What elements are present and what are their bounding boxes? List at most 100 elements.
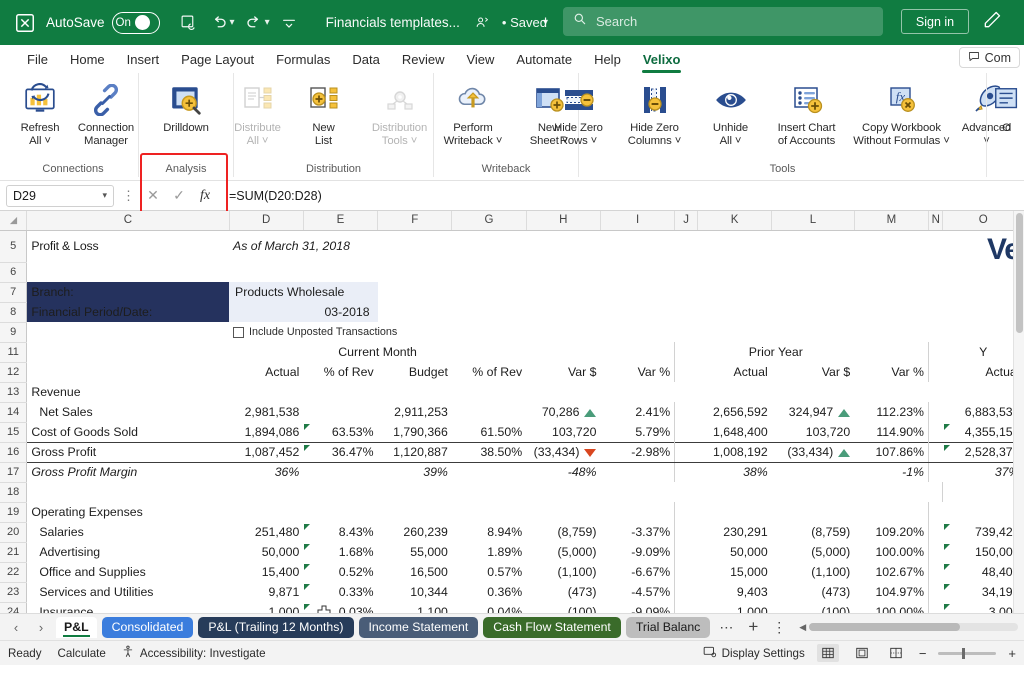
autosave-control[interactable]: AutoSave On <box>46 11 160 34</box>
cell-services-var-pct-cm[interactable]: -4.57% <box>600 582 674 602</box>
saved-chevron-down-icon[interactable]: ▾ <box>543 17 548 28</box>
tab-home[interactable]: Home <box>59 50 116 69</box>
cell-cogs-actual-ytd[interactable]: 4,355,156 <box>943 422 1024 442</box>
cell-gp-actual-cm[interactable]: 1,087,452 <box>229 441 304 463</box>
new-list-button[interactable]: New List <box>291 77 357 148</box>
cell-net-sales-var-dollar-py[interactable]: 324,947 <box>772 402 855 422</box>
cell-gp-actual-py[interactable]: 1,008,192 <box>697 441 772 463</box>
cell-office-pct-cm[interactable]: 0.52% <box>303 562 377 582</box>
cell-insurance-var-dollar-cm[interactable]: (100) <box>526 602 600 613</box>
cell-gp-var-pct-py[interactable]: 107.86% <box>854 441 929 463</box>
scroll-left-icon[interactable]: ◀ <box>799 622 806 633</box>
cell-cogs-budget[interactable]: 1,790,366 <box>378 422 452 442</box>
row-header-9[interactable]: 9 <box>0 322 28 343</box>
column-header-H[interactable]: H <box>526 211 601 231</box>
row-header-23[interactable]: 23 <box>0 582 28 603</box>
cell-salaries-actual-py[interactable]: 230,291 <box>697 522 771 542</box>
chevron-right-icon[interactable]: › <box>31 620 51 635</box>
tab-review[interactable]: Review <box>391 50 456 69</box>
hide-zero-rows-button[interactable]: Hide Zero Rows ˅ <box>546 77 612 148</box>
comments-button[interactable]: Com <box>958 47 1020 68</box>
sheet-tab-pl-trailing-12-months[interactable]: P&L (Trailing 12 Months) <box>198 616 354 638</box>
cell-advertising-actual-py[interactable]: 50,000 <box>697 542 771 562</box>
cell-gp-pct-budget[interactable]: 38.50% <box>451 441 527 463</box>
row-header-19[interactable]: 19 <box>0 502 28 523</box>
cell-services-actual-py[interactable]: 9,403 <box>697 582 771 602</box>
more-options-icon[interactable]: ⋮ <box>120 188 137 204</box>
row-header-13[interactable]: 13 <box>0 382 28 403</box>
cell-advertising-pct-cm[interactable]: 1.68% <box>303 542 377 562</box>
cell-office-var-dollar-cm[interactable]: (1,100) <box>526 562 600 582</box>
column-header-E[interactable]: E <box>303 211 379 231</box>
cell-salaries-pct-cm[interactable]: 8.43% <box>303 522 377 542</box>
display-settings-button[interactable]: Display Settings <box>703 645 805 662</box>
cell-gpm-var-pct-py[interactable]: -1% <box>854 462 928 482</box>
cell-advertising-var-pct-py[interactable]: 100.00% <box>854 542 928 562</box>
cell-services-actual-ytd[interactable]: 34,197 <box>943 582 1024 602</box>
autosave-toggle[interactable]: On <box>111 11 160 34</box>
cell-office-var-pct-py[interactable]: 102.67% <box>854 562 928 582</box>
search-input[interactable] <box>596 14 873 29</box>
row-header-18[interactable]: 18 <box>0 482 28 503</box>
row-header-5[interactable]: 5 <box>0 230 28 263</box>
tab-file[interactable]: File <box>16 50 59 69</box>
cell-salaries-pct-budget[interactable]: 8.94% <box>452 522 526 542</box>
cell-cogs-pct-budget[interactable]: 61.50% <box>452 422 526 442</box>
row-header-8[interactable]: 8 <box>0 302 28 323</box>
cell-insurance-pct-cm[interactable]: 0.03% <box>303 602 377 613</box>
horizontal-scrollbar-thumb[interactable] <box>809 623 960 631</box>
sheet-tab-cash-flow-statement[interactable]: Cash Flow Statement <box>483 616 621 638</box>
cell-insurance-actual-py[interactable]: 1,000 <box>697 602 771 613</box>
refresh-all-button[interactable]: Refresh All ˅ <box>7 77 73 148</box>
cell-services-var-pct-py[interactable]: 104.97% <box>854 582 928 602</box>
select-all-corner[interactable] <box>0 211 28 231</box>
cell-net-sales-var-pct-py[interactable]: 112.23% <box>854 402 928 422</box>
column-header-C[interactable]: C <box>26 211 230 231</box>
cell-gp-budget[interactable]: 1,120,887 <box>377 441 452 463</box>
cell-net-sales-budget[interactable]: 2,911,253 <box>378 402 452 422</box>
row-header-16[interactable]: 16 <box>0 442 28 463</box>
sheet-tab-pl[interactable]: P&L <box>56 616 97 638</box>
cell-net-sales-var-pct-cm[interactable]: 2.41% <box>600 402 674 422</box>
column-header-F[interactable]: F <box>377 211 453 231</box>
vertical-scrollbar-thumb[interactable] <box>1016 213 1023 333</box>
cell-insurance-pct-budget[interactable]: 0.04% <box>452 602 526 613</box>
cell-advertising-var-dollar-cm[interactable]: (5,000) <box>526 542 600 562</box>
page-layout-view-icon[interactable] <box>851 644 873 662</box>
name-box[interactable]: D29 ▾ <box>6 184 114 207</box>
add-sheet-icon[interactable]: + <box>743 617 763 637</box>
cell-insurance-budget[interactable]: 1,100 <box>378 602 452 613</box>
sheet-options-icon[interactable]: ⋮ <box>768 619 790 636</box>
cell-net-sales-pct-cm[interactable] <box>303 402 377 422</box>
tab-data[interactable]: Data <box>341 50 390 69</box>
row-header-17[interactable]: 17 <box>0 462 28 483</box>
row-header-22[interactable]: 22 <box>0 562 28 583</box>
row-header-20[interactable]: 20 <box>0 522 28 543</box>
zoom-out-button[interactable]: − <box>919 646 927 661</box>
undo-chevron-down-icon[interactable]: ▾ <box>230 17 235 28</box>
options-button[interactable]: O <box>989 77 1024 135</box>
cell-office-budget[interactable]: 16,500 <box>378 562 452 582</box>
cell-insurance-var-dollar-py[interactable]: (100) <box>772 602 855 613</box>
cell-net-sales-actual-cm[interactable]: 2,981,538 <box>229 402 303 422</box>
period-value[interactable]: 03-2018 <box>229 302 378 322</box>
customize-quick-access-icon[interactable] <box>274 8 304 38</box>
cell-net-sales-pct-budget[interactable] <box>452 402 526 422</box>
tab-page-layout[interactable]: Page Layout <box>170 50 265 69</box>
hide-zero-columns-button[interactable]: Hide Zero Columns ˅ <box>612 77 698 148</box>
column-header-G[interactable]: G <box>451 211 527 231</box>
formula-input[interactable] <box>221 184 1018 207</box>
tab-velixo[interactable]: Velixo <box>632 50 692 73</box>
cell-office-var-pct-cm[interactable]: -6.67% <box>600 562 674 582</box>
redo-chevron-down-icon[interactable]: ▾ <box>265 17 270 28</box>
tab-view[interactable]: View <box>455 50 505 69</box>
cell-net-sales-actual-ytd[interactable]: 6,883,535 <box>943 402 1024 422</box>
column-header-D[interactable]: D <box>229 211 304 231</box>
cell-gp-pct-cm[interactable]: 36.47% <box>303 441 378 463</box>
perform-writeback-button[interactable]: Perform Writeback ˅ <box>430 77 516 148</box>
workbook-filename[interactable]: Financials templates... <box>326 15 460 30</box>
row-header-11[interactable]: 11 <box>0 342 28 363</box>
row-header-21[interactable]: 21 <box>0 542 28 563</box>
unhide-all-button[interactable]: Unhide All ˅ <box>698 77 764 148</box>
cell-gpm-actual-ytd[interactable]: 37% <box>943 462 1024 482</box>
